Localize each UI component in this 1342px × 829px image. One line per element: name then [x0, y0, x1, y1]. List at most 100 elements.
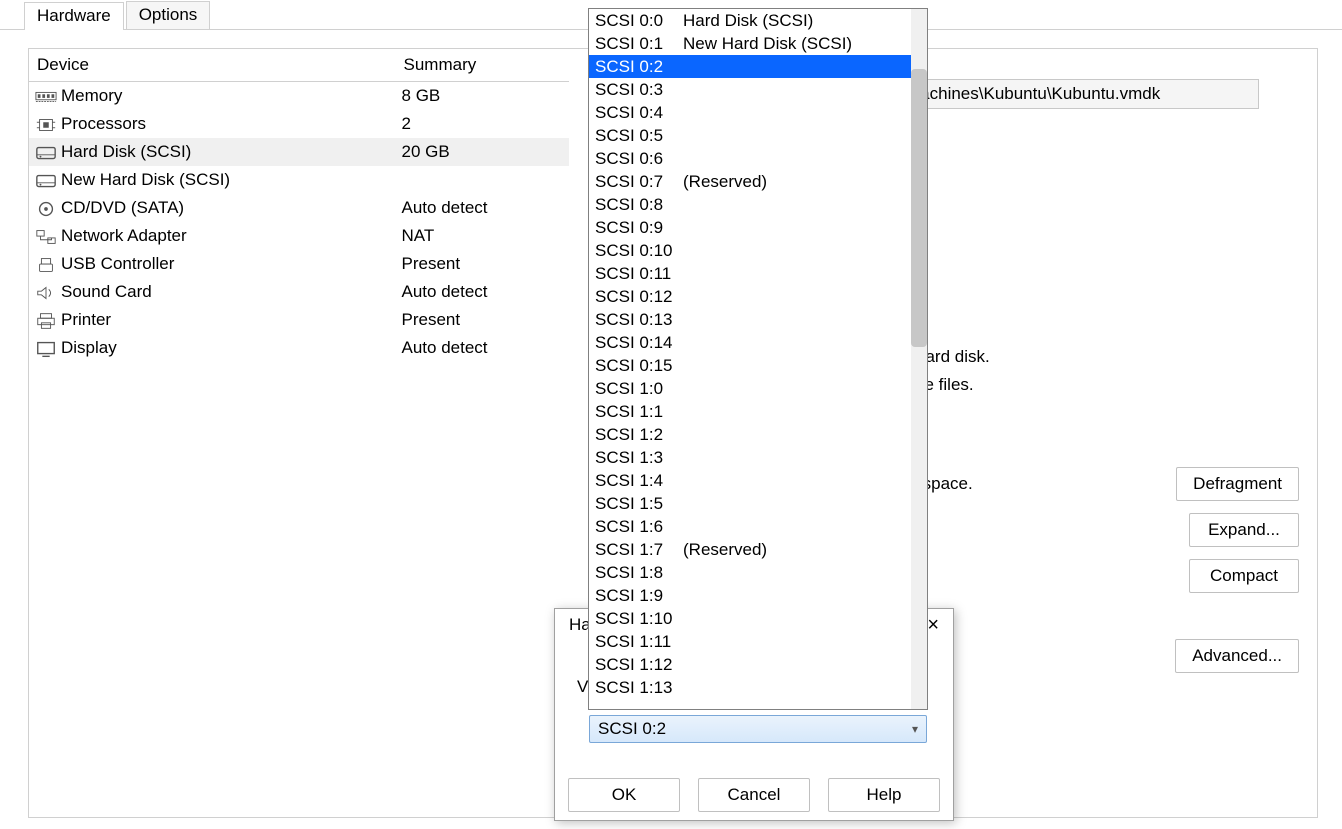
advanced-button[interactable]: Advanced... — [1175, 639, 1299, 673]
scsi-node-dropdown[interactable]: SCSI 0:0Hard Disk (SCSI)SCSI 0:1New Hard… — [588, 8, 928, 710]
dropdown-option-label: SCSI 1:6 — [595, 517, 683, 537]
cd-icon — [35, 200, 57, 218]
tab-options[interactable]: Options — [126, 1, 211, 29]
dropdown-option[interactable]: SCSI 0:7(Reserved) — [589, 170, 927, 193]
dropdown-option[interactable]: SCSI 0:15 — [589, 354, 927, 377]
snd-icon — [35, 284, 57, 302]
virtual-device-node-combo[interactable]: SCSI 0:2 ▾ — [589, 715, 927, 743]
dropdown-option-label: SCSI 0:12 — [595, 287, 683, 307]
dropdown-option[interactable]: SCSI 0:3 — [589, 78, 927, 101]
dropdown-option-label: SCSI 0:8 — [595, 195, 683, 215]
dropdown-option[interactable]: SCSI 1:4 — [589, 469, 927, 492]
dropdown-option-label: SCSI 0:5 — [595, 126, 683, 146]
hdd-icon — [35, 172, 57, 190]
dropdown-option[interactable]: SCSI 1:0 — [589, 377, 927, 400]
dropdown-option[interactable]: SCSI 1:11 — [589, 630, 927, 653]
dropdown-option[interactable]: SCSI 0:13 — [589, 308, 927, 331]
dropdown-option[interactable]: SCSI 1:13 — [589, 676, 927, 699]
device-name: Printer — [61, 310, 111, 329]
dropdown-option-label: SCSI 1:1 — [595, 402, 683, 422]
device-summary: Present — [396, 306, 569, 334]
ok-button[interactable]: OK — [568, 778, 680, 812]
help-button[interactable]: Help — [828, 778, 940, 812]
dropdown-option[interactable]: SCSI 0:12 — [589, 285, 927, 308]
dropdown-option-label: SCSI 1:4 — [595, 471, 683, 491]
dropdown-option-label: SCSI 1:7 — [595, 540, 683, 560]
device-table: Device Summary Memory8 GBProcessors2Hard… — [29, 49, 569, 362]
device-row[interactable]: CD/DVD (SATA) Auto detect — [29, 194, 569, 222]
dropdown-option-label: SCSI 1:9 — [595, 586, 683, 606]
device-row[interactable]: USB ControllerPresent — [29, 250, 569, 278]
dropdown-option[interactable]: SCSI 0:6 — [589, 147, 927, 170]
dropdown-option-extra: (Reserved) — [683, 172, 767, 192]
device-row[interactable]: Network AdapterNAT — [29, 222, 569, 250]
dropdown-option-label: SCSI 0:2 — [595, 57, 683, 77]
dropdown-option[interactable]: SCSI 0:5 — [589, 124, 927, 147]
device-row[interactable]: Sound Card Auto detect — [29, 278, 569, 306]
col-summary[interactable]: Summary — [396, 49, 569, 82]
dropdown-option-label: SCSI 0:1 — [595, 34, 683, 54]
dropdown-option[interactable]: SCSI 1:10 — [589, 607, 927, 630]
device-name: Hard Disk (SCSI) — [61, 142, 191, 161]
device-name: USB Controller — [61, 254, 174, 273]
dropdown-option-extra: New Hard Disk (SCSI) — [683, 34, 852, 54]
dropdown-option[interactable]: SCSI 0:14 — [589, 331, 927, 354]
dropdown-option[interactable]: SCSI 0:8 — [589, 193, 927, 216]
dropdown-option-label: SCSI 0:14 — [595, 333, 683, 353]
device-name: Memory — [61, 86, 122, 105]
dropdown-option[interactable]: SCSI 1:6 — [589, 515, 927, 538]
col-device[interactable]: Device — [29, 49, 396, 82]
dropdown-option[interactable]: SCSI 1:3 — [589, 446, 927, 469]
compact-button[interactable]: Compact — [1189, 559, 1299, 593]
dropdown-option[interactable]: SCSI 1:12 — [589, 653, 927, 676]
dropdown-option-label: SCSI 1:13 — [595, 678, 683, 698]
dropdown-option[interactable]: SCSI 0:2 — [589, 55, 927, 78]
dropdown-option[interactable]: SCSI 1:9 — [589, 584, 927, 607]
dropdown-option[interactable]: SCSI 1:2 — [589, 423, 927, 446]
device-summary: 2 — [396, 110, 569, 138]
combo-selected-value: SCSI 0:2 — [598, 719, 666, 739]
device-name: CD/DVD (SATA) — [61, 198, 184, 217]
tab-hardware[interactable]: Hardware — [24, 2, 124, 30]
device-name: Sound Card — [61, 282, 152, 301]
device-summary: Auto detect — [396, 278, 569, 306]
dropdown-scrollbar-thumb[interactable] — [911, 69, 927, 347]
device-row[interactable]: Printer Present — [29, 306, 569, 334]
defragment-button[interactable]: Defragment — [1176, 467, 1299, 501]
chevron-down-icon: ▾ — [912, 722, 918, 736]
cpu-icon — [35, 116, 57, 134]
device-row[interactable]: Memory8 GB — [29, 82, 569, 111]
device-name: New Hard Disk (SCSI) — [61, 170, 230, 189]
dropdown-option[interactable]: SCSI 1:8 — [589, 561, 927, 584]
dropdown-option-label: SCSI 0:3 — [595, 80, 683, 100]
device-row[interactable]: DisplayAuto detect — [29, 334, 569, 362]
disk-file-path[interactable]: Machines\Kubuntu\Kubuntu.vmdk — [899, 79, 1259, 109]
usb-icon — [35, 256, 57, 274]
device-row[interactable]: Hard Disk (SCSI) 20 GB — [29, 138, 569, 166]
dropdown-option-label: SCSI 0:6 — [595, 149, 683, 169]
dropdown-option-label: SCSI 0:13 — [595, 310, 683, 330]
cancel-button[interactable]: Cancel — [698, 778, 810, 812]
device-row[interactable]: New Hard Disk (SCSI) — [29, 166, 569, 194]
dropdown-option-label: SCSI 1:5 — [595, 494, 683, 514]
dropdown-option[interactable]: SCSI 0:1New Hard Disk (SCSI) — [589, 32, 927, 55]
net-icon — [35, 228, 57, 246]
dropdown-option[interactable]: SCSI 0:9 — [589, 216, 927, 239]
dropdown-option[interactable]: SCSI 0:10 — [589, 239, 927, 262]
dropdown-option-label: SCSI 0:10 — [595, 241, 683, 261]
device-summary: NAT — [396, 222, 569, 250]
device-name: Processors — [61, 114, 146, 133]
dropdown-option[interactable]: SCSI 1:5 — [589, 492, 927, 515]
dropdown-option[interactable]: SCSI 1:1 — [589, 400, 927, 423]
device-summary: Auto detect — [396, 194, 569, 222]
dropdown-option[interactable]: SCSI 0:4 — [589, 101, 927, 124]
dropdown-option[interactable]: SCSI 0:0Hard Disk (SCSI) — [589, 9, 927, 32]
expand-button[interactable]: Expand... — [1189, 513, 1299, 547]
dropdown-option-label: SCSI 1:11 — [595, 632, 683, 652]
device-name: Display — [61, 338, 117, 357]
device-summary: 20 GB — [396, 138, 569, 166]
device-row[interactable]: Processors 2 — [29, 110, 569, 138]
dropdown-option[interactable]: SCSI 0:11 — [589, 262, 927, 285]
dropdown-option[interactable]: SCSI 1:7(Reserved) — [589, 538, 927, 561]
dropdown-option-label: SCSI 0:7 — [595, 172, 683, 192]
